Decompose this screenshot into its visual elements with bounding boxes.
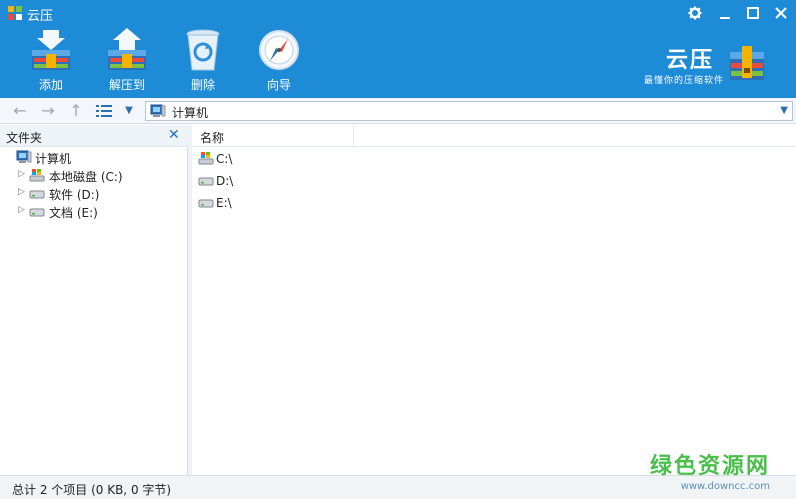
tree-item-drive-c[interactable]: ▷ 本地磁盘 (C:) [18, 167, 184, 185]
expand-arrow-icon[interactable]: ▷ [18, 205, 25, 215]
watermark-url: www.downcc.com [680, 481, 770, 492]
list-item-name: C:\ [216, 152, 233, 166]
drive-icon [198, 199, 214, 208]
brand-box-icon [730, 46, 764, 80]
drive-icon [29, 208, 45, 217]
delete-button[interactable]: 删除 [171, 28, 235, 94]
tree-item-label: 本地磁盘 (C:) [49, 170, 123, 184]
column-header-name[interactable]: 名称 [192, 125, 354, 147]
list-item[interactable]: D:\ [192, 171, 492, 191]
watermark: 绿色资源网 www.downcc.com [650, 448, 770, 492]
ribbon-header: 云压 添加 解压到 删除 向导 云压 最懂你的压缩软件 [0, 0, 796, 98]
list-item[interactable]: C:\ [192, 149, 492, 169]
list-view-icon [96, 105, 112, 117]
file-list-panel: 名称 C:\ D:\ E:\ [192, 125, 796, 475]
extract-to-button[interactable]: 解压到 [95, 28, 159, 94]
brand-logo: 云压 最懂你的压缩软件 [640, 40, 790, 90]
drive-icon [29, 190, 45, 199]
compass-icon [259, 30, 299, 70]
forward-button[interactable]: → [38, 101, 58, 121]
app-logo-icon [8, 6, 22, 20]
add-button[interactable]: 添加 [19, 28, 83, 94]
computer-icon [16, 150, 32, 163]
up-button[interactable]: ↑ [66, 101, 86, 121]
status-bar: 总计 2 个项目 (0 KB, 0 字节) 绿色资源网 www.downcc.c… [0, 454, 796, 499]
arrow-left-icon: ← [13, 101, 27, 120]
tree-item-computer[interactable]: 计算机 [14, 149, 184, 167]
expand-arrow-icon[interactable]: ▷ [18, 187, 25, 197]
watermark-title: 绿色资源网 [649, 454, 770, 479]
list-item-name: D:\ [216, 174, 234, 188]
minimize-button[interactable] [714, 3, 736, 23]
list-item-name: E:\ [216, 196, 232, 210]
tree-item-drive-d[interactable]: ▷ 软件 (D:) [18, 185, 184, 203]
arrow-up-icon: ↑ [69, 101, 83, 120]
maximize-icon [747, 7, 759, 19]
navigation-bar: ← → ↑ ▼ 计算机 ▼ [0, 98, 796, 124]
tree-item-label: 文档 (E:) [49, 206, 98, 220]
folder-panel-header: 文件夹 ✕ [0, 125, 188, 147]
drive-icon [198, 177, 214, 186]
address-text: 计算机 [172, 106, 209, 120]
brand-name: 云压 [666, 48, 715, 73]
folder-panel-title: 文件夹 [6, 131, 43, 145]
recycle-bin-icon [186, 29, 220, 71]
column-header-row: 名称 [192, 125, 796, 147]
close-icon [775, 7, 787, 19]
address-dropdown-icon[interactable]: ▼ [780, 102, 788, 120]
view-mode-dropdown[interactable]: ▼ [122, 101, 136, 121]
system-drive-icon [29, 169, 45, 182]
tree-item-drive-e[interactable]: ▷ 文档 (E:) [18, 203, 184, 221]
system-drive-icon [198, 152, 214, 165]
list-item[interactable]: E:\ [192, 193, 492, 213]
column-header-label: 名称 [200, 131, 225, 145]
brand-slogan: 最懂你的压缩软件 [644, 76, 725, 86]
extract-icon [108, 28, 146, 70]
delete-label: 删除 [190, 78, 215, 92]
gear-icon [688, 6, 702, 20]
triangle-down-icon: ▼ [125, 105, 133, 116]
add-archive-icon [32, 30, 70, 70]
computer-icon [150, 104, 166, 117]
wizard-button[interactable]: 向导 [247, 28, 311, 94]
extract-to-label: 解压到 [108, 78, 145, 92]
address-bar[interactable]: 计算机 ▼ [145, 101, 793, 121]
settings-button[interactable] [684, 3, 706, 23]
title-bar: 云压 [0, 0, 796, 26]
wizard-label: 向导 [266, 78, 291, 92]
view-mode-button[interactable] [94, 101, 114, 121]
window-title: 云压 [27, 9, 54, 24]
folder-tree-panel: 文件夹 ✕ 计算机 ▷ 本地磁盘 (C:) ▷ 软件 (D:) ▷ 文档 (E:… [0, 125, 188, 475]
tree-item-label: 计算机 [35, 152, 72, 166]
back-button[interactable]: ← [10, 101, 30, 121]
maximize-button[interactable] [742, 3, 764, 23]
arrow-right-icon: → [41, 101, 55, 120]
minimize-icon [720, 17, 730, 19]
expand-arrow-icon[interactable]: ▷ [18, 169, 25, 179]
close-panel-icon[interactable]: ✕ [168, 127, 180, 143]
add-label: 添加 [38, 78, 63, 92]
tree-item-label: 软件 (D:) [49, 188, 100, 202]
status-text: 总计 2 个项目 (0 KB, 0 字节) [12, 483, 172, 497]
close-window-button[interactable] [770, 3, 792, 23]
